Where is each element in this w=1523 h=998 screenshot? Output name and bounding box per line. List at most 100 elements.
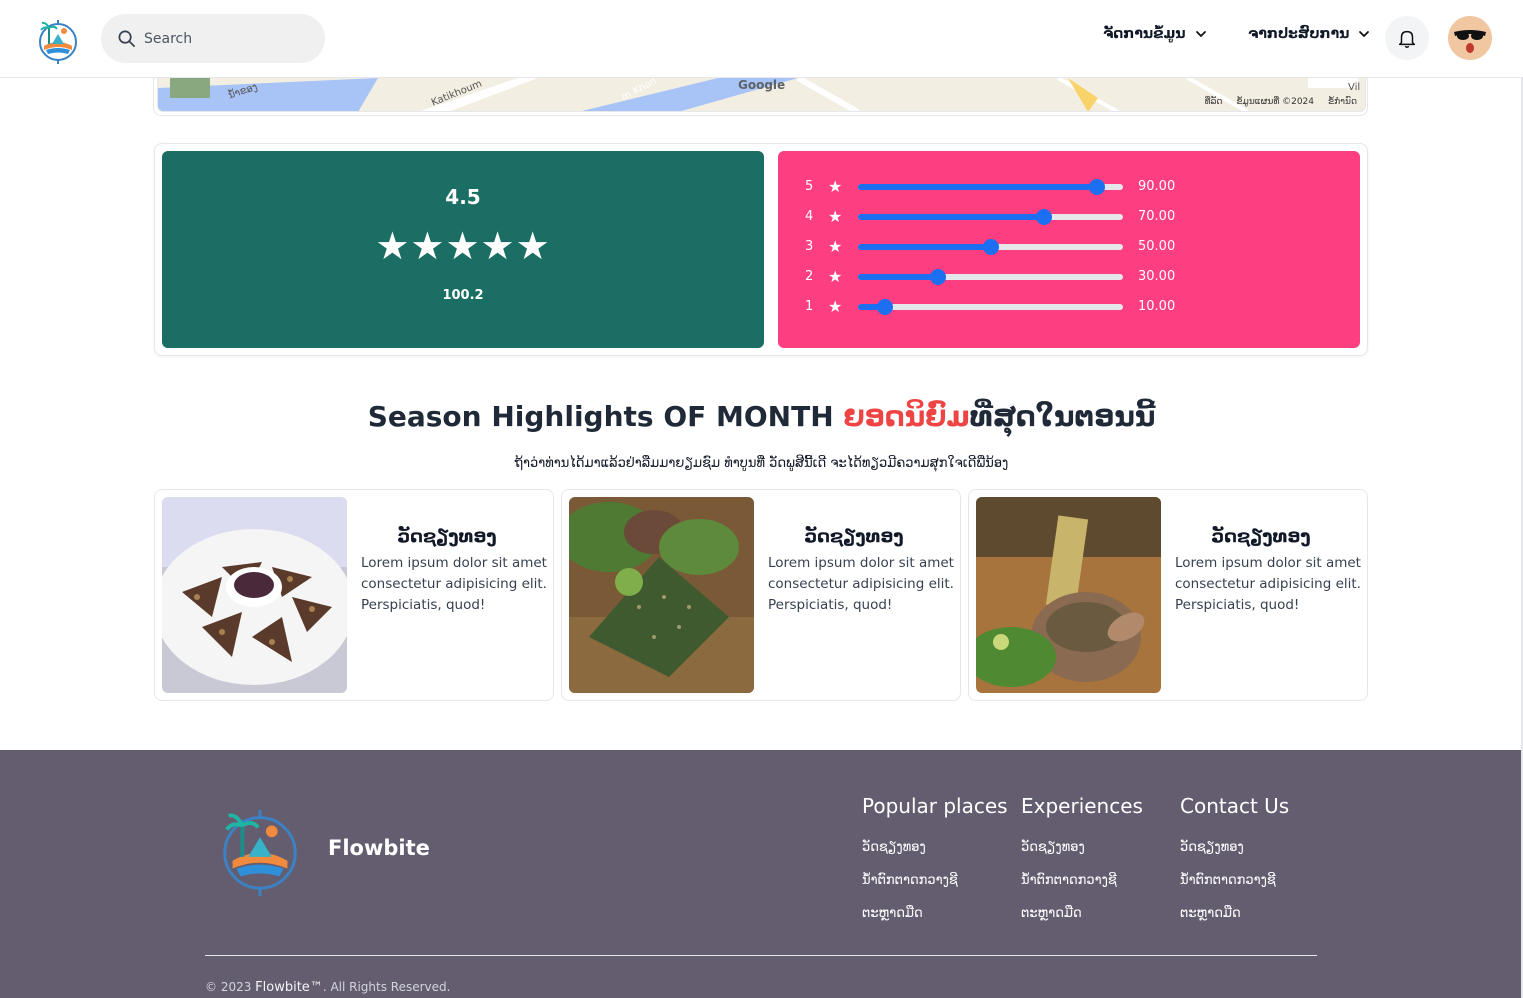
rating-bar-star-number: 3	[805, 239, 814, 254]
rating-bar-row: 4 ★ 70.00	[778, 207, 1360, 227]
rating-slider-fill	[858, 214, 1044, 220]
rating-count: 100.2	[442, 288, 484, 303]
rating-bar-value: 90.00	[1138, 179, 1176, 194]
rating-slider-fill	[858, 184, 1097, 190]
footer-link[interactable]: ນ້ຳຕົກຕາດກວາງຊີ	[1021, 873, 1143, 888]
rating-summary: 4.5 ★★★★★ 100.2	[162, 151, 764, 348]
footer-link[interactable]: ວັດຊຽງທອງ	[862, 840, 1008, 855]
star-icon: ★	[828, 297, 843, 316]
highlight-card[interactable]: ວັດຊຽງທອງ Lorem ipsum dolor sit amet con…	[561, 489, 961, 701]
footer-link[interactable]: ຕະຫຼາດມືດ	[862, 906, 1008, 921]
rating-slider-thumb[interactable]	[929, 269, 946, 285]
rating-bar-star-number: 2	[805, 269, 814, 284]
star-icon: ★	[828, 267, 843, 286]
star-icon: ★	[828, 177, 843, 196]
footer-link[interactable]: ວັດຊຽງທອງ	[1021, 840, 1143, 855]
rating-bar-row: 2 ★ 30.00	[778, 267, 1360, 287]
avatar[interactable]	[1448, 16, 1492, 60]
rating-bar-value: 50.00	[1138, 239, 1176, 254]
highlights-title-tail: ທີ່ສຸດໃນຕອນນີ້	[969, 400, 1156, 433]
top-navbar: ຈັດການຂໍ້ມູນ ຈາກປະສົບການ	[0, 0, 1523, 78]
rating-breakdown: 5 ★ 90.00 4 ★ 70.00 3 ★ 50.00 2 ★ 30.00 1 ★ 10.00	[778, 151, 1360, 348]
highlight-card[interactable]: ວັດຊຽງທອງ Lorem ipsum dolor sit amet con…	[968, 489, 1368, 701]
map-footer-data: ຂໍ້ມູນແຜນທີ່ ©2024	[1236, 97, 1314, 107]
highlights-subtitle: ຖ້າວ່າທ່ານໄດ້ມາແລ້ວຢ່າລືມມາຍຽມຊົມ ທຳບູນທ…	[514, 456, 1009, 471]
rating-bar-value: 10.00	[1138, 299, 1176, 314]
star-icon: ★	[828, 207, 843, 226]
copyright-suffix: . All Rights Reserved.	[322, 980, 451, 994]
rating-bar-star-number: 5	[805, 179, 814, 194]
food-image	[976, 497, 1161, 693]
map-footer: ທີ່ລັດ ຂໍ້ມູນແຜນທີ່ ©2024 ຂໍ້ກຳນົດ	[1205, 97, 1357, 107]
footer: Flowbite Popular places ວັດຊຽງທອງ ນ້ຳຕົກ…	[0, 750, 1521, 998]
copyright-prefix: © 2023	[205, 980, 256, 994]
food-image	[162, 497, 347, 693]
rating-score: 4.5	[445, 185, 481, 209]
menu-data-management[interactable]: ຈັດການຂໍ້ມູນ	[1103, 26, 1208, 42]
search-icon	[118, 30, 135, 47]
notification-button[interactable]	[1385, 16, 1429, 60]
footer-link[interactable]: ຕະຫຼາດມືດ	[1021, 906, 1143, 921]
rating-bar-value: 70.00	[1138, 209, 1176, 224]
star-icon: ★	[828, 237, 843, 256]
footer-heading: Experiences	[1021, 794, 1143, 818]
rating-slider-fill	[858, 244, 991, 250]
rating-bar-value: 30.00	[1138, 269, 1176, 284]
rating-slider-thumb[interactable]	[982, 239, 999, 255]
menu-experience[interactable]: ຈາກປະສົບການ	[1248, 26, 1371, 42]
logo-icon[interactable]	[34, 16, 82, 64]
card-title: ວັດຊຽງທອງ	[1211, 526, 1311, 547]
card-title: ວັດຊຽງທອງ	[397, 526, 497, 547]
footer-column-contact: Contact Us ວັດຊຽງທອງ ນ້ຳຕົກຕາດກວາງຊີ ຕະຫ…	[1180, 794, 1289, 939]
highlights-title-accent: ຍອດນິຍົມ	[843, 400, 970, 433]
rating-bar-row: 1 ★ 10.00	[778, 297, 1360, 317]
footer-link[interactable]: ນ້ຳຕົກຕາດກວາງຊີ	[1180, 873, 1289, 888]
footer-link[interactable]: ວັດຊຽງທອງ	[1180, 840, 1289, 855]
card-description: Lorem ipsum dolor sit amet consectetur a…	[361, 555, 547, 613]
rating-slider[interactable]	[858, 209, 1123, 225]
bell-icon	[1398, 30, 1416, 48]
highlight-card[interactable]: ວັດຊຽງທອງ Lorem ipsum dolor sit amet con…	[154, 489, 554, 701]
footer-heading: Popular places	[862, 794, 1008, 818]
rating-slider[interactable]	[858, 299, 1123, 315]
rating-slider-thumb[interactable]	[1088, 179, 1105, 195]
rating-slider-thumb[interactable]	[1035, 209, 1052, 225]
map-label: Vil	[1348, 82, 1361, 93]
search-box[interactable]	[101, 14, 325, 63]
rating-bar-row: 5 ★ 90.00	[778, 177, 1360, 197]
card-description: Lorem ipsum dolor sit amet consectetur a…	[768, 555, 954, 613]
rating-slider-thumb[interactable]	[876, 299, 893, 315]
map-footer-shortcut[interactable]: ທີ່ລັດ	[1205, 97, 1223, 107]
map-embed[interactable]: ນ້ຳຂອງ Katikhoum m Khan Vil Google ທີ່ລັ…	[157, 78, 1366, 112]
rating-bar-star-number: 1	[805, 299, 814, 314]
rating-slider[interactable]	[858, 239, 1123, 255]
map-footer-terms[interactable]: ຂໍ້ກຳນົດ	[1328, 97, 1357, 107]
google-logo: Google	[738, 78, 786, 92]
menu-data-label: ຈັດການຂໍ້ມູນ	[1103, 26, 1186, 42]
footer-brand[interactable]: Flowbite	[328, 836, 430, 860]
highlights-title-main: Season Highlights OF MONTH	[367, 400, 844, 433]
highlights-title: Season Highlights OF MONTH ຍອດນິຍົມທີ່ສຸ…	[0, 400, 1523, 433]
footer-divider	[205, 955, 1317, 956]
rating-bar-star-number: 4	[805, 209, 814, 224]
card-title: ວັດຊຽງທອງ	[804, 526, 904, 547]
rating-slider-fill	[858, 274, 938, 280]
footer-link[interactable]: ນ້ຳຕົກຕາດກວາງຊີ	[862, 873, 1008, 888]
search-input[interactable]	[144, 30, 304, 47]
footer-heading: Contact Us	[1180, 794, 1290, 818]
footer-link[interactable]: ຕະຫຼາດມືດ	[1180, 906, 1289, 921]
footer-column-experiences: Experiences ວັດຊຽງທອງ ນ້ຳຕົກຕາດກວາງຊີ ຕະ…	[1021, 794, 1143, 939]
copyright: © 2023 Flowbite™. All Rights Reserved.	[205, 980, 450, 995]
copyright-brand-link[interactable]: Flowbite™	[255, 980, 323, 995]
logo-icon[interactable]	[213, 802, 307, 896]
rating-bar-row: 3 ★ 50.00	[778, 237, 1360, 257]
footer-column-popular: Popular places ວັດຊຽງທອງ ນ້ຳຕົກຕາດກວາງຊີ…	[862, 794, 1008, 939]
rating-slider[interactable]	[858, 179, 1123, 195]
food-image	[569, 497, 754, 693]
chevron-down-icon	[1359, 31, 1370, 38]
chevron-down-icon	[1195, 31, 1206, 38]
menu-experience-label: ຈາກປະສົບການ	[1248, 26, 1350, 42]
card-description: Lorem ipsum dolor sit amet consectetur a…	[1175, 555, 1361, 613]
star-rating-icons: ★★★★★	[375, 224, 551, 268]
rating-slider[interactable]	[858, 269, 1123, 285]
